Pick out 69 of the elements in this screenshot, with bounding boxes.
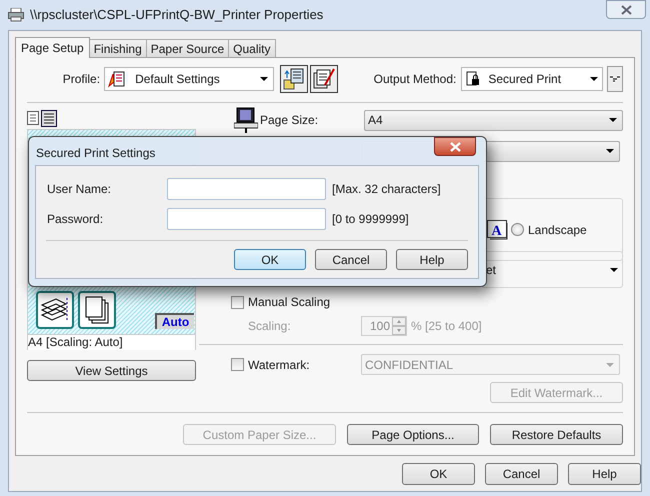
tab[interactable]: Page Setup bbox=[15, 37, 90, 58]
printer-view-icon[interactable] bbox=[41, 110, 57, 126]
manual-scaling-checkbox[interactable] bbox=[231, 296, 244, 308]
input-field[interactable] bbox=[167, 178, 326, 200]
field-hint: [Max. 32 characters] bbox=[332, 181, 441, 198]
panel-button[interactable]: Restore Defaults bbox=[490, 424, 623, 445]
field-label: Password: bbox=[46, 211, 104, 228]
document-add-icon bbox=[283, 68, 306, 90]
profile-edit-button[interactable] bbox=[310, 65, 338, 93]
dropdown-arrow-icon bbox=[260, 77, 268, 81]
close-icon bbox=[620, 4, 632, 14]
output-settings-button[interactable] bbox=[607, 66, 624, 92]
spin-arrows-icon bbox=[392, 317, 406, 335]
scaling-value: 100 bbox=[368, 318, 391, 335]
watermark-checkbox[interactable] bbox=[231, 358, 244, 371]
dialog-button[interactable]: Help bbox=[396, 249, 468, 270]
profile-add-button[interactable] bbox=[280, 65, 308, 93]
scaling-range-text: % [25 to 400] bbox=[411, 318, 482, 335]
panel-button[interactable]: Page Options... bbox=[347, 424, 479, 445]
page-size-value: A4 bbox=[368, 112, 384, 129]
view-settings-button[interactable]: View Settings bbox=[27, 360, 196, 381]
profile-icon bbox=[107, 70, 126, 88]
dropdown-arrow-icon bbox=[606, 149, 614, 153]
dropdown-arrow-icon bbox=[609, 118, 617, 122]
dialog-close-button[interactable] bbox=[434, 137, 476, 156]
collated-pages-icon bbox=[36, 291, 74, 329]
layout-value: et bbox=[486, 262, 498, 278]
dots-icon bbox=[610, 76, 620, 82]
profile-label: Profile: bbox=[62, 71, 102, 88]
computer-page-icon bbox=[234, 107, 258, 133]
document-edit-icon bbox=[312, 68, 335, 90]
close-icon bbox=[450, 142, 460, 152]
dialog-button[interactable]: OK bbox=[402, 463, 475, 485]
dialog-button[interactable]: OK bbox=[234, 249, 306, 270]
printer-icon bbox=[8, 8, 24, 22]
input-field[interactable] bbox=[167, 208, 326, 230]
preview-caption: A4 [Scaling: Auto] bbox=[27, 335, 196, 350]
profile-value: Default Settings bbox=[135, 71, 221, 88]
scaling-label: Scaling: bbox=[248, 318, 292, 335]
profile-dropdown[interactable]: Default Settings bbox=[104, 67, 274, 91]
page-size-dropdown[interactable]: A4 bbox=[364, 110, 623, 130]
auto-badge: Auto bbox=[155, 313, 194, 329]
output-method-label: Output Method: bbox=[374, 71, 456, 88]
output-method-dropdown[interactable]: Secured Print bbox=[461, 67, 604, 91]
watermark-label: Watermark: bbox=[248, 356, 311, 374]
field-hint: [0 to 9999999] bbox=[332, 211, 409, 228]
dropdown-arrow-icon bbox=[606, 362, 614, 366]
output-method-value: Secured Print bbox=[488, 71, 562, 88]
close-button[interactable] bbox=[606, 0, 646, 19]
dialog-button[interactable]: Cancel bbox=[485, 463, 558, 485]
dropdown-arrow-icon bbox=[590, 77, 598, 81]
tab[interactable]: Quality bbox=[228, 39, 276, 57]
text-view-icon bbox=[27, 111, 39, 125]
dialog-title: Secured Print Settings bbox=[36, 145, 156, 162]
manual-scaling-label: Manual Scaling bbox=[248, 294, 330, 311]
field-label: User Name: bbox=[46, 181, 112, 198]
tab[interactable]: Paper Source bbox=[146, 39, 230, 57]
stacked-pages-icon bbox=[78, 291, 116, 329]
watermark-value: CONFIDENTIAL bbox=[365, 356, 454, 374]
dialog-button[interactable]: Cancel bbox=[315, 249, 387, 270]
dialog-button[interactable]: Help bbox=[568, 463, 641, 485]
landscape-radio[interactable] bbox=[511, 223, 524, 236]
dropdown-arrow-icon bbox=[610, 268, 618, 272]
window-title: \\rpscluster\CSPL-UFPrintQ-BW_Printer Properties bbox=[30, 6, 324, 24]
locked-document-icon bbox=[466, 71, 480, 87]
letter-glyph: A bbox=[492, 224, 502, 238]
landscape-label: Landscape bbox=[528, 222, 587, 238]
tab[interactable]: Finishing bbox=[88, 39, 147, 57]
page-size-label: Page Size: bbox=[260, 112, 320, 129]
